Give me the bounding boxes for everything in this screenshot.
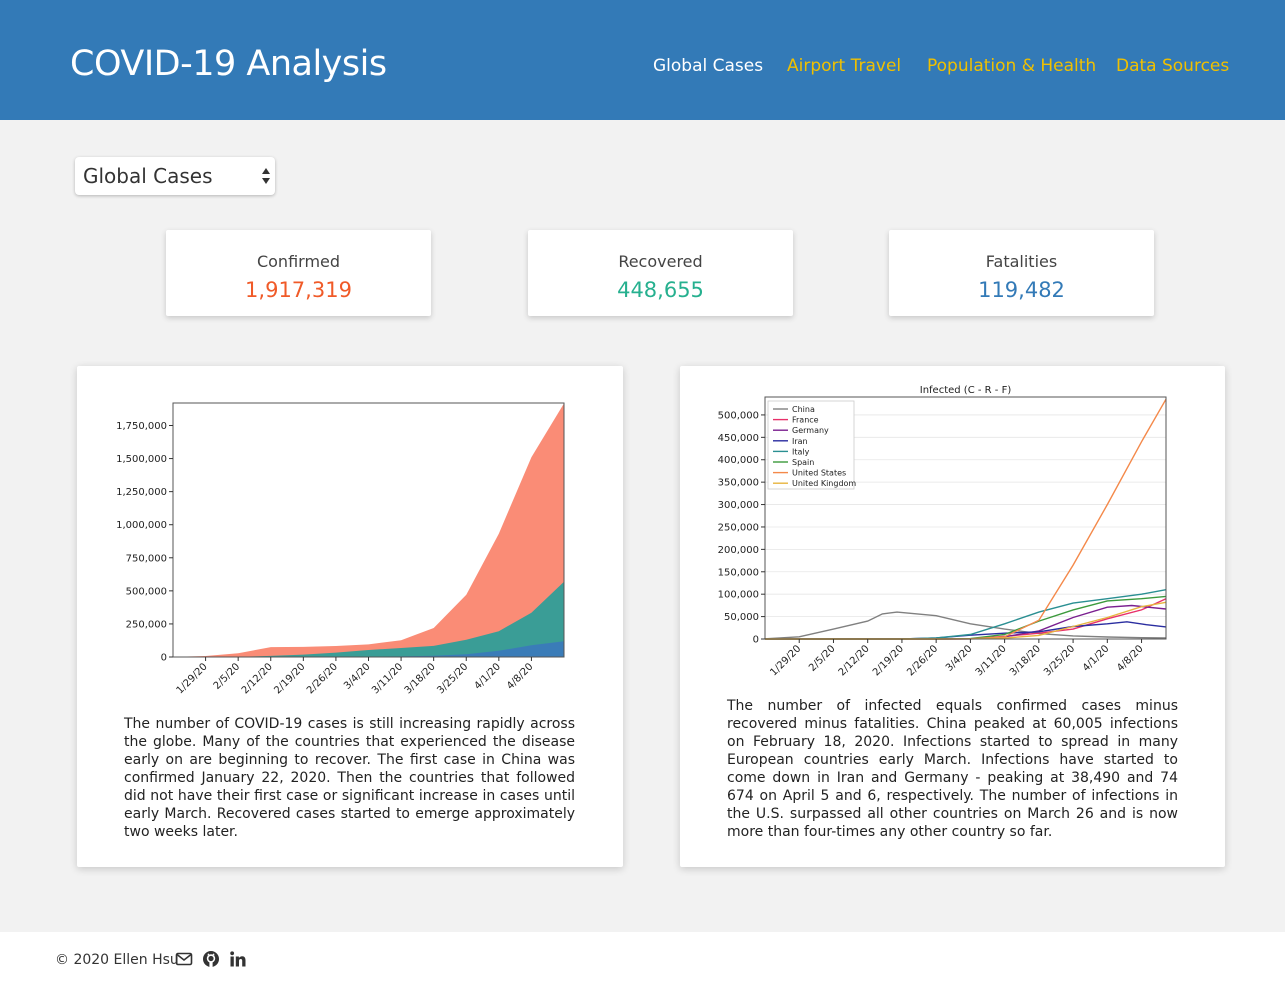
- github-icon[interactable]: [202, 950, 222, 970]
- stat-confirmed-label: Confirmed: [256, 252, 341, 271]
- cumulative-cases-area-chart: 0 250,000 500,000 750,000 1,000,000 1,250,000…: [116, 402, 565, 696]
- mail-icon[interactable]: [175, 950, 195, 970]
- x-tick-label: 2/26/20: [905, 643, 940, 678]
- y-tick-label: 300,000: [718, 500, 759, 511]
- nav-population-health[interactable]: Population & Health: [927, 56, 1096, 76]
- y-tick-label: 200,000: [718, 545, 759, 556]
- x-tick-label: 1/29/20: [768, 643, 803, 678]
- stat-fatalities-value: 119,482: [978, 278, 1065, 302]
- x-tick-label: 4/1/20: [1081, 643, 1112, 674]
- stat-confirmed-value: 1,917,319: [245, 278, 352, 302]
- y-tick-label: 0: [161, 653, 167, 664]
- y-tick-label: 400,000: [718, 455, 759, 466]
- infected-chart-description: The number of infected equals confirmed …: [727, 698, 1178, 840]
- footer: © 2020 Ellen Hsu: [0, 932, 1285, 987]
- x-tick-label: 4/1/20: [472, 661, 503, 692]
- x-tick-label: 1/29/20: [175, 661, 210, 696]
- cases-chart-description: The number of COVID-19 cases is still in…: [124, 716, 575, 840]
- y-tick-label: 500,000: [718, 410, 759, 421]
- stat-recovered-label: Recovered: [618, 252, 703, 271]
- x-tick-label: 3/4/20: [944, 643, 975, 674]
- select-arrows-icon: [262, 168, 270, 184]
- brand-title[interactable]: COVID-19 Analysis: [70, 44, 387, 84]
- x-tick-label: 3/25/20: [435, 661, 470, 696]
- x-tick-label: 2/19/20: [272, 661, 307, 696]
- chart-title: Infected (C - R - F): [920, 385, 1012, 396]
- y-tick-label: 1,000,000: [116, 520, 167, 531]
- legend-entry: United States: [792, 469, 846, 478]
- x-tick-label: 2/26/20: [305, 661, 340, 696]
- infected-chart-card: Infected (C - R - F) 0 50,000 100,000 150,00…: [680, 366, 1225, 867]
- stat-fatalities-label: Fatalities: [985, 252, 1058, 271]
- linkedin-icon[interactable]: [229, 950, 249, 970]
- legend-entry: France: [792, 416, 819, 425]
- nav-airport-travel[interactable]: Airport Travel: [787, 56, 901, 76]
- copyright-text: © 2020 Ellen Hsu: [55, 952, 179, 968]
- x-tick-label: 2/19/20: [871, 643, 906, 678]
- y-tick-label: 50,000: [724, 612, 759, 623]
- x-tick-label: 4/8/20: [1115, 643, 1146, 674]
- legend-entry: Spain: [792, 458, 814, 467]
- nav-global-cases[interactable]: Global Cases: [653, 56, 763, 76]
- legend-entry: Germany: [792, 426, 829, 435]
- y-tick-label: 0: [753, 635, 759, 646]
- legend-entry: United Kingdom: [792, 479, 856, 488]
- y-tick-label: 350,000: [718, 478, 759, 489]
- x-tick-label: 3/4/20: [342, 661, 373, 692]
- chart-legend: China FranceGermany IranItaly Spain United S…: [767, 400, 856, 490]
- x-tick-label: 3/18/20: [403, 661, 438, 696]
- header: COVID-19 Analysis Global Cases Airport T…: [0, 0, 1285, 120]
- y-tick-label: 150,000: [718, 567, 759, 578]
- x-tick-label: 3/25/20: [1042, 643, 1077, 678]
- stat-fatalities: Fatalities 119,482: [889, 230, 1154, 316]
- y-tick-label: 100,000: [718, 590, 759, 601]
- x-tick-label: 3/18/20: [1008, 643, 1043, 678]
- x-tick-label: 4/8/20: [505, 661, 536, 692]
- infected-line-chart: Infected (C - R - F) 0 50,000 100,000 150,00…: [718, 385, 1167, 678]
- y-tick-label: 1,500,000: [116, 454, 167, 465]
- y-tick-label: 250,000: [126, 619, 167, 630]
- legend-entry: Italy: [792, 447, 810, 456]
- x-tick-label: 2/5/20: [807, 643, 838, 674]
- cases-chart-card: 0 250,000 500,000 750,000 1,000,000 1,250,000…: [77, 366, 623, 867]
- x-tick-label: 3/11/20: [370, 661, 405, 696]
- y-tick-label: 250,000: [718, 522, 759, 533]
- x-tick-label: 2/12/20: [837, 643, 872, 678]
- x-tick-label: 2/12/20: [240, 661, 275, 696]
- y-tick-label: 1,750,000: [116, 421, 167, 432]
- y-tick-label: 500,000: [126, 586, 167, 597]
- x-tick-label: 3/11/20: [974, 643, 1009, 678]
- y-tick-label: 450,000: [718, 433, 759, 444]
- stat-recovered: Recovered 448,655: [528, 230, 793, 316]
- stat-recovered-value: 448,655: [617, 278, 704, 302]
- x-tick-label: 2/5/20: [212, 661, 243, 692]
- legend-entry: China: [792, 405, 815, 414]
- y-tick-label: 750,000: [126, 553, 167, 564]
- nav-data-sources[interactable]: Data Sources: [1116, 56, 1229, 76]
- stat-confirmed: Confirmed 1,917,319: [166, 230, 431, 316]
- legend-entry: Iran: [792, 437, 808, 446]
- y-tick-label: 1,250,000: [116, 487, 167, 498]
- view-select-value: Global Cases: [83, 164, 213, 188]
- view-select[interactable]: Global Cases: [75, 157, 275, 195]
